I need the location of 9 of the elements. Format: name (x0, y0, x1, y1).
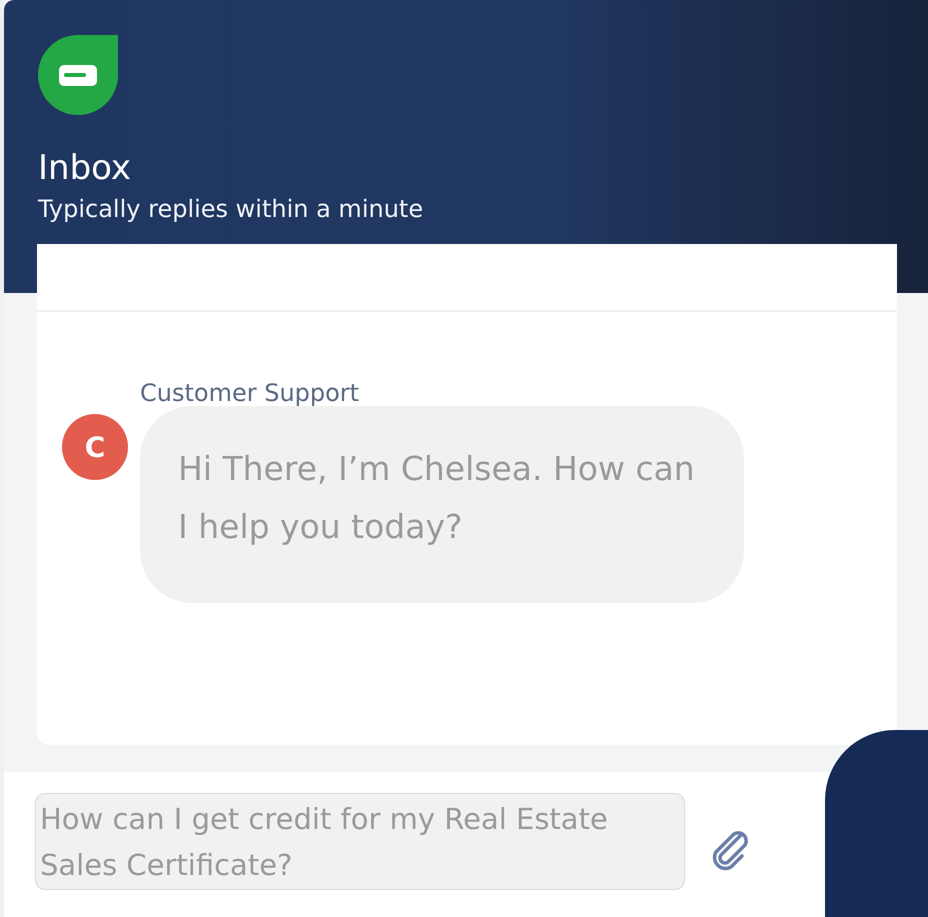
header-title: Inbox (38, 148, 132, 188)
header-subtitle: Typically replies within a minute (38, 194, 424, 224)
avatar: C (62, 414, 128, 480)
message-bubble: Hi There, I’m Chelsea. How can I help you today? (140, 406, 744, 603)
message-input-field[interactable]: How can I get credit for my Real Estate Sales Certificate? (35, 793, 685, 890)
paperclip-icon[interactable] (711, 829, 751, 871)
launcher-button[interactable] (825, 730, 928, 917)
chat-logo-icon (38, 35, 118, 115)
sender-name: Customer Support (140, 378, 360, 408)
